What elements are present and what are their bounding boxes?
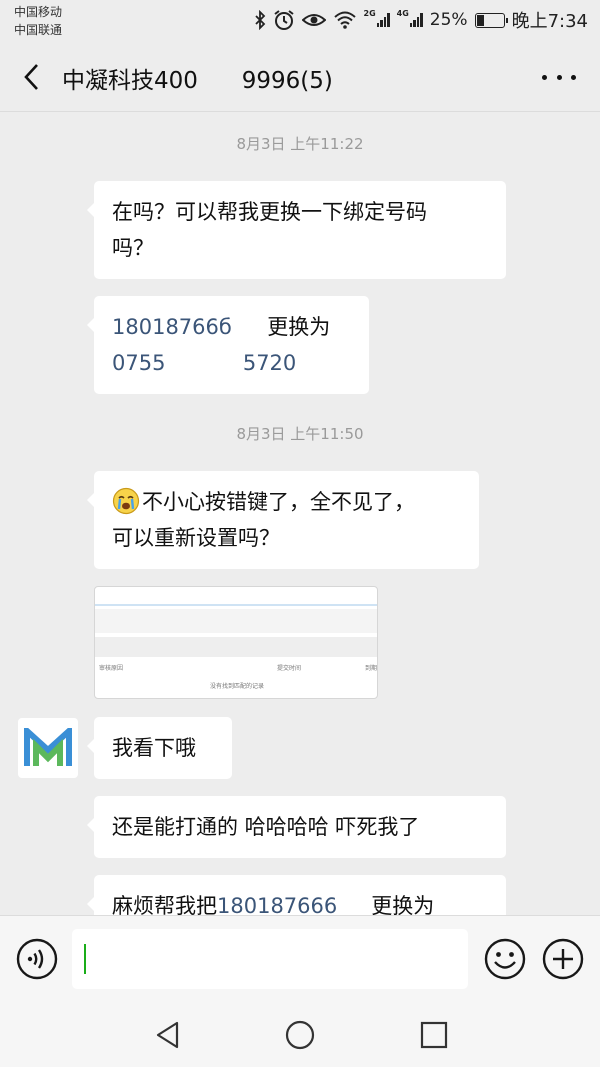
- wifi-icon: [333, 11, 357, 29]
- brand-logo-icon: [24, 728, 72, 766]
- message-bubble[interactable]: 我看下哦: [87, 717, 232, 779]
- nav-home-button[interactable]: [284, 1019, 316, 1051]
- smiley-icon: [484, 938, 526, 980]
- message-bubble[interactable]: 不小心按错键了，全不见了， 可以重新设置吗？: [87, 471, 479, 569]
- screenshot-empty-text: 没有找到匹配的记录: [210, 683, 265, 690]
- phone-number-link[interactable]: 5720: [243, 351, 296, 375]
- more-functions-button[interactable]: [542, 938, 584, 980]
- carrier-1: 中国移动: [14, 5, 63, 19]
- bluetooth-icon: [254, 10, 266, 30]
- signal-icon: [376, 13, 390, 27]
- battery-fill: [476, 14, 484, 26]
- screenshot-row: [95, 609, 377, 633]
- text-cursor: [84, 944, 86, 974]
- status-icons: 2G 4G 25% 晚上7:34: [254, 8, 588, 32]
- circle-home-icon: [285, 1020, 315, 1050]
- screenshot-column-label: 到期: [365, 665, 378, 672]
- more-dot: [571, 74, 576, 80]
- network-type-2: 4G: [396, 9, 409, 18]
- carrier-2: 中国联通: [14, 23, 63, 37]
- chat-header: 中凝科技400 9996(5): [0, 42, 600, 112]
- battery-percent: 25%: [429, 10, 468, 30]
- status-bar: 中国移动 中国联通 2G 4G 25% 晚上7:34: [0, 0, 600, 42]
- chevron-left-icon: [24, 64, 38, 90]
- nav-back-button[interactable]: [152, 1019, 184, 1051]
- emoji-button[interactable]: [484, 938, 526, 980]
- message-bubble[interactable]: 麻烦帮我把180187666 更换为: [87, 875, 506, 915]
- screenshot-column-label: 审核原因: [99, 665, 124, 672]
- signal-icon: [409, 13, 423, 27]
- crying-face-emoji: [112, 487, 140, 515]
- network-type-1: 2G: [363, 9, 376, 18]
- voice-icon: [16, 938, 58, 980]
- message-timestamp: 8月3日 上午11:22: [236, 135, 364, 153]
- input-bar: [0, 915, 600, 1001]
- screenshot-row: [95, 637, 377, 657]
- more-options-button[interactable]: [542, 64, 576, 90]
- message-input[interactable]: [72, 929, 468, 989]
- system-nav-bar: [0, 1001, 600, 1067]
- contact-avatar[interactable]: [18, 718, 78, 778]
- back-button[interactable]: [16, 60, 46, 94]
- more-dot: [556, 74, 562, 80]
- nav-recents-button[interactable]: [418, 1019, 450, 1051]
- message-text: 麻烦帮我把: [112, 894, 217, 915]
- triangle-back-icon: [156, 1021, 179, 1049]
- more-dot: [542, 74, 547, 80]
- message-bubble[interactable]: 还是能打通的 哈哈哈哈 吓死我了: [87, 796, 506, 858]
- status-time: 晚上7:34: [511, 11, 588, 32]
- chat-title: 中凝科技400 9996(5): [62, 68, 333, 94]
- alarm-icon: [273, 9, 295, 31]
- screenshot-header-line: [95, 604, 377, 606]
- image-message[interactable]: 审核原因 提交时间 到期 没有找到匹配的记录: [94, 586, 378, 699]
- message-bubble[interactable]: 18018766б 更换为 0755 5720: [87, 296, 369, 394]
- square-recents-icon: [420, 1021, 448, 1049]
- phone-number-link[interactable]: 180187666: [217, 894, 337, 915]
- message-bubble[interactable]: 在吗？可以帮我更换一下绑定号码 吗？: [87, 181, 506, 279]
- battery-icon: [474, 12, 508, 28]
- message-timestamp: 8月3日 上午11:50: [236, 425, 364, 443]
- phone-number-link[interactable]: 0755: [112, 351, 165, 375]
- message-text: 更换为: [267, 315, 331, 339]
- phone-number-link[interactable]: 18018766б: [112, 315, 232, 339]
- plus-icon: [542, 938, 584, 980]
- message-text: 更换为: [371, 894, 435, 915]
- eye-protection-icon: [301, 11, 326, 29]
- message-text: 不小心按错键了，全不见了， 可以重新设置吗？: [112, 490, 415, 550]
- message-list[interactable]: 8月3日 上午11:22 在吗？可以帮我更换一下绑定号码 吗？ 18018766…: [0, 112, 600, 915]
- voice-input-button[interactable]: [16, 938, 58, 980]
- screenshot-column-label: 提交时间: [277, 665, 302, 672]
